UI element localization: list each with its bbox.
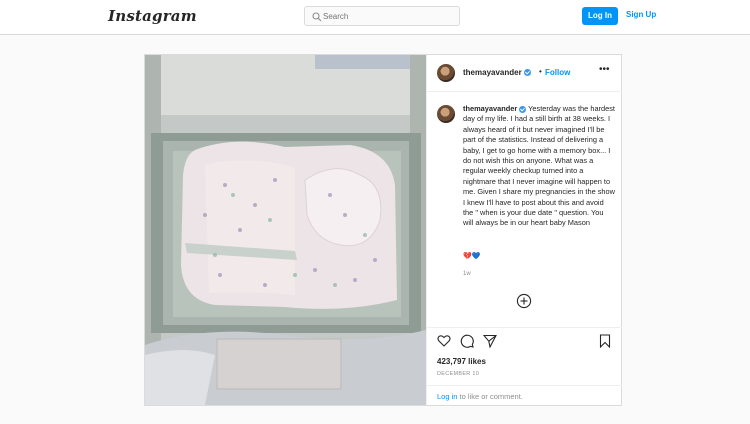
follow-button[interactable]: Follow xyxy=(545,68,570,77)
comment-bar: Log in to like or comment. xyxy=(427,385,622,407)
caption-text: Yesterday was the hardest day of my life… xyxy=(463,104,615,228)
memory-box-photo xyxy=(145,55,426,405)
post-caption: themayavander Yesterday was the hardest … xyxy=(463,104,615,229)
bookmark-icon[interactable] xyxy=(598,334,612,348)
caption-age: 1w xyxy=(463,271,471,277)
post-photo[interactable] xyxy=(145,55,426,405)
post-card: themayavander • Follow ••• themayavander… xyxy=(144,54,622,406)
caption-emoji: 💔💙 xyxy=(463,253,481,260)
post-header: themayavander • Follow ••• xyxy=(427,55,622,92)
post-actions: 423,797 likes DECEMBER 10 Log in to like… xyxy=(427,327,622,406)
search-box[interactable] xyxy=(304,6,460,26)
comment-prompt: Log in to like or comment. xyxy=(437,392,523,401)
more-options-icon[interactable]: ••• xyxy=(599,64,610,75)
verified-badge-icon xyxy=(523,69,531,77)
search-icon xyxy=(312,12,322,22)
add-comments-icon[interactable] xyxy=(516,293,532,309)
caption-username[interactable]: themayavander xyxy=(463,104,517,113)
log-in-button[interactable]: Log In xyxy=(582,7,618,25)
search-input[interactable] xyxy=(323,9,453,23)
verified-badge-icon xyxy=(519,105,527,113)
author-username[interactable]: themayavander xyxy=(463,68,531,77)
post-date[interactable]: DECEMBER 10 xyxy=(437,371,479,377)
sign-up-link[interactable]: Sign Up xyxy=(626,10,656,19)
comment-login-link[interactable]: Log in xyxy=(437,392,457,401)
separator-dot: • xyxy=(539,67,542,76)
comment-icon[interactable] xyxy=(460,334,474,348)
top-navigation-bar: Instagram Log In Sign Up xyxy=(0,0,750,35)
post-side-panel: themayavander • Follow ••• themayavander… xyxy=(426,55,622,406)
author-avatar[interactable] xyxy=(437,64,455,82)
instagram-logo[interactable]: Instagram xyxy=(108,7,197,25)
like-count[interactable]: 423,797 likes xyxy=(437,357,486,366)
heart-icon[interactable] xyxy=(437,334,451,348)
share-icon[interactable] xyxy=(483,334,497,348)
caption-avatar[interactable] xyxy=(437,105,455,123)
